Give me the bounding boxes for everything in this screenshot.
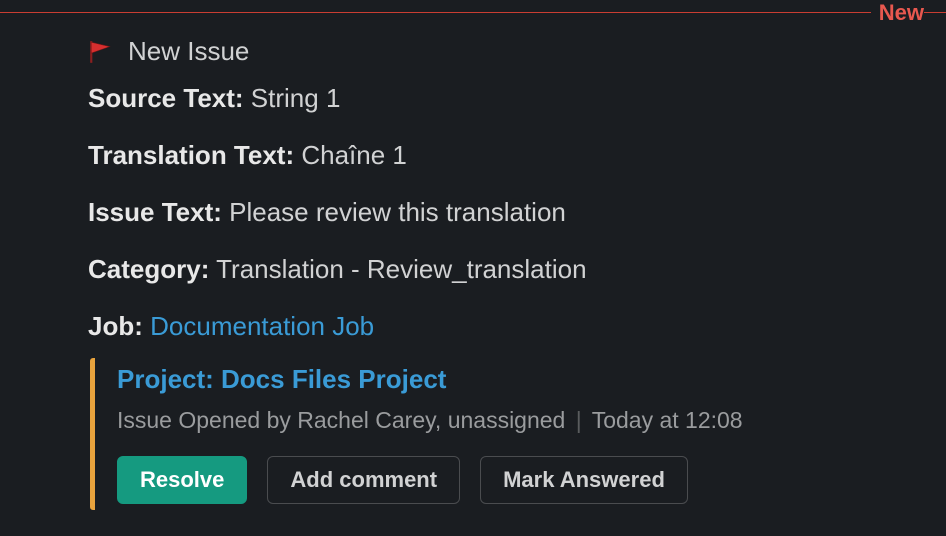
opened-by-text: Issue Opened by Rachel Carey, unassigned <box>117 407 565 433</box>
new-messages-divider: New <box>0 0 946 26</box>
translation-text-value: Chaîne 1 <box>301 140 407 170</box>
action-buttons: Resolve Add comment Mark Answered <box>117 456 946 504</box>
translation-text-row: Translation Text: Chaîne 1 <box>88 138 946 173</box>
issue-meta: Issue Opened by Rachel Carey, unassigned… <box>117 407 946 434</box>
job-link[interactable]: Documentation Job <box>150 311 374 341</box>
category-label: Category: <box>88 254 209 284</box>
source-text-row: Source Text: String 1 <box>88 81 946 116</box>
issue-text-label: Issue Text: <box>88 197 222 227</box>
flag-icon <box>88 39 114 65</box>
divider-line <box>0 12 946 13</box>
project-link[interactable]: Project: Docs Files Project <box>117 364 446 395</box>
divider-label: New <box>871 0 924 26</box>
issue-title: New Issue <box>128 36 249 67</box>
issue-title-row: New Issue <box>88 36 946 67</box>
job-label: Job: <box>88 311 143 341</box>
job-row: Job: Documentation Job <box>88 309 946 344</box>
category-value: Translation - Review_translation <box>216 254 586 284</box>
mark-answered-button[interactable]: Mark Answered <box>480 456 688 504</box>
timestamp-text: Today at 12:08 <box>592 407 743 433</box>
source-text-label: Source Text: <box>88 83 244 113</box>
translation-text-label: Translation Text: <box>88 140 294 170</box>
add-comment-button[interactable]: Add comment <box>267 456 460 504</box>
source-text-value: String 1 <box>251 83 341 113</box>
resolve-button[interactable]: Resolve <box>117 456 247 504</box>
meta-separator: | <box>576 407 582 433</box>
category-row: Category: Translation - Review_translati… <box>88 252 946 287</box>
issue-text-row: Issue Text: Please review this translati… <box>88 195 946 230</box>
issue-text-value: Please review this translation <box>229 197 566 227</box>
attachment-block: Project: Docs Files Project Issue Opened… <box>90 358 946 510</box>
